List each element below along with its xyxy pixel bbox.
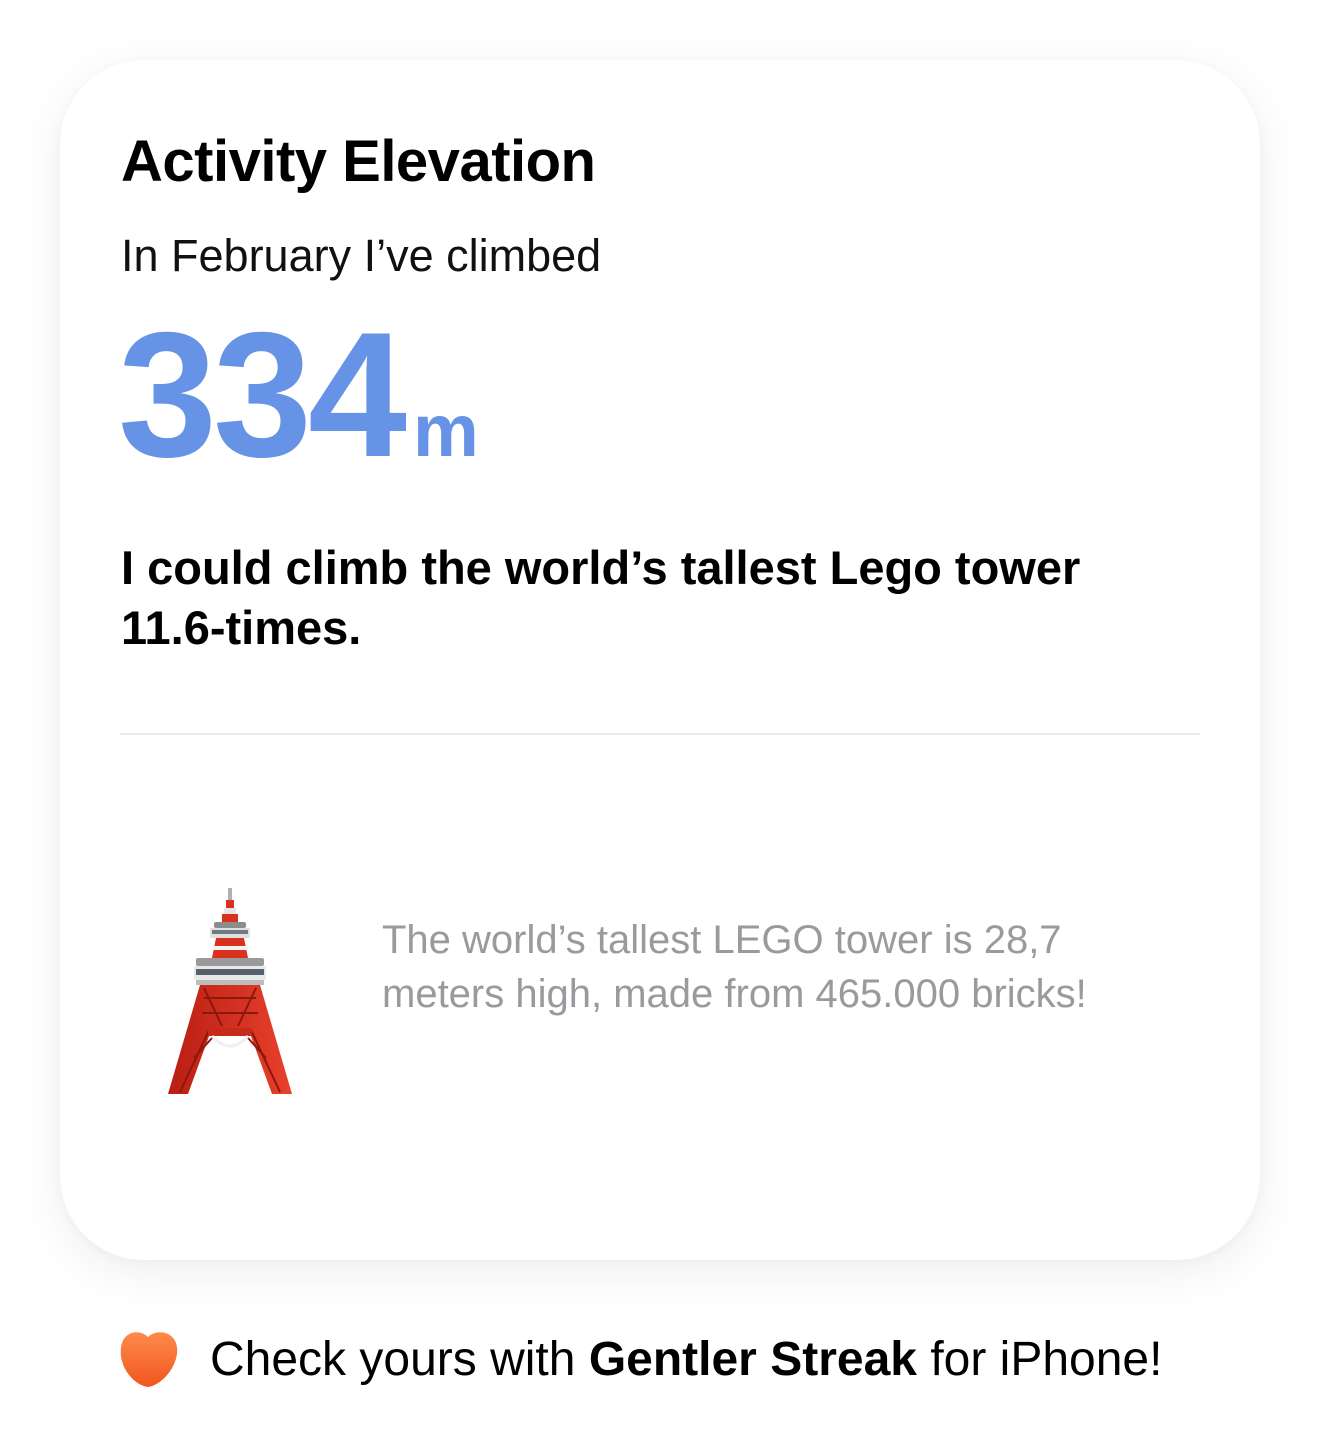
footer-text: Check yours with Gentler Streak for iPho…: [210, 1332, 1162, 1387]
fact-text: The world’s tallest LEGO tower is 28,7 m…: [382, 918, 1087, 1016]
gentler-streak-heart-icon: [120, 1332, 178, 1387]
footer-suffix: for iPhone!: [930, 1332, 1163, 1386]
elevation-metric: 334 m: [118, 305, 479, 485]
share-page: Activity Elevation In February I’ve clim…: [0, 0, 1320, 1452]
elevation-unit: m: [413, 389, 479, 472]
card-subtitle: In February I’ve climbed: [121, 230, 602, 281]
comparison-text: I could climb the world’s tallest Lego t…: [121, 541, 1081, 654]
tokyo-tower-icon: [168, 888, 292, 1094]
card-title: Activity Elevation: [121, 129, 596, 194]
app-name[interactable]: Gentler Streak: [589, 1333, 917, 1386]
footer-prefix: Check yours with: [210, 1332, 576, 1386]
footer-promo[interactable]: Check yours with Gentler Streak for iPho…: [116, 1327, 1162, 1391]
divider: [120, 733, 1200, 735]
activity-card: Activity Elevation In February I’ve clim…: [60, 60, 1260, 1260]
elevation-value: 334: [118, 295, 407, 494]
